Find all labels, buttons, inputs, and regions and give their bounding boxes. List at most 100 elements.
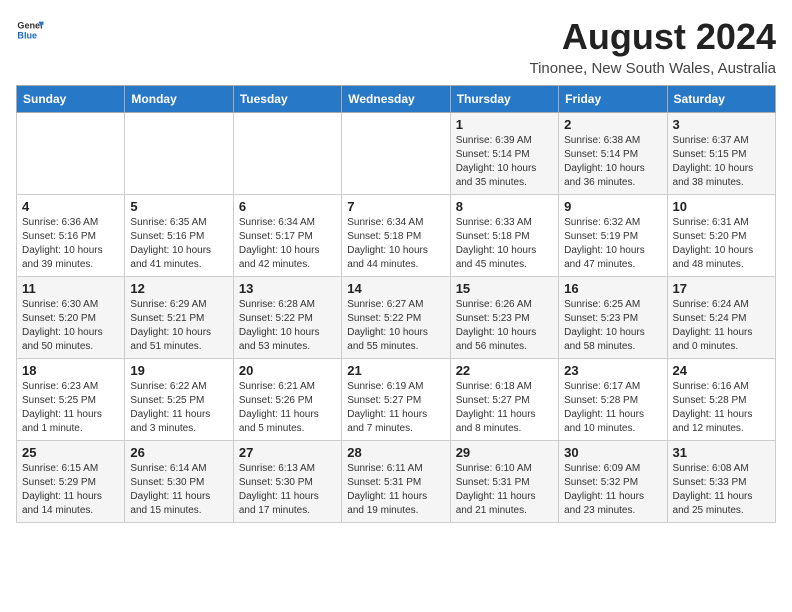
day-number: 29 [456, 445, 553, 460]
day-info: Sunrise: 6:19 AM Sunset: 5:27 PM Dayligh… [347, 380, 444, 436]
day-number: 28 [347, 445, 444, 460]
day-info: Sunrise: 6:34 AM Sunset: 5:18 PM Dayligh… [347, 216, 444, 272]
calendar-cell: 29 Sunrise: 6:10 AM Sunset: 5:31 PM Dayli… [450, 441, 558, 523]
day-header-tuesday: Tuesday [233, 86, 341, 113]
title-area: August 2024 Tinonee, New South Wales, Au… [529, 16, 776, 77]
day-number: 8 [456, 199, 553, 214]
logo: General Blue [16, 16, 44, 44]
calendar-cell: 12Sunrise: 6:29 AM Sunset: 5:21 PM Dayli… [125, 277, 233, 359]
day-info: Sunrise: 6:34 AM Sunset: 5:17 PM Dayligh… [239, 216, 336, 272]
day-number: 1 [456, 117, 553, 132]
week-row-2: 4 Sunrise: 6:36 AM Sunset: 5:16 PM Daylig… [17, 195, 776, 277]
calendar-cell: 27 Sunrise: 6:13 AM Sunset: 5:30 PM Dayli… [233, 441, 341, 523]
calendar-cell: 20 Sunrise: 6:21 AM Sunset: 5:26 PM Dayli… [233, 359, 341, 441]
day-header-friday: Friday [559, 86, 667, 113]
day-number: 10 [673, 199, 770, 214]
calendar-cell: 18 Sunrise: 6:23 AM Sunset: 5:25 PM Dayli… [17, 359, 125, 441]
calendar-cell: 24 Sunrise: 6:16 AM Sunset: 5:28 PM Dayli… [667, 359, 775, 441]
day-number: 25 [22, 445, 119, 460]
week-row-5: 25 Sunrise: 6:15 AM Sunset: 5:29 PM Dayli… [17, 441, 776, 523]
calendar-cell: 21Sunrise: 6:19 AM Sunset: 5:27 PM Dayli… [342, 359, 450, 441]
calendar-cell: 6 Sunrise: 6:34 AM Sunset: 5:17 PM Daylig… [233, 195, 341, 277]
calendar-cell: 14Sunrise: 6:27 AM Sunset: 5:22 PM Dayli… [342, 277, 450, 359]
calendar-cell: 5 Sunrise: 6:35 AM Sunset: 5:16 PM Daylig… [125, 195, 233, 277]
header: General Blue August 2024 Tinonee, New So… [16, 16, 776, 77]
calendar-cell [125, 113, 233, 195]
calendar-table: SundayMondayTuesdayWednesdayThursdayFrid… [16, 85, 776, 523]
calendar-cell [233, 113, 341, 195]
day-number: 4 [22, 199, 119, 214]
day-info: Sunrise: 6:38 AM Sunset: 5:14 PM Dayligh… [564, 134, 661, 190]
calendar-cell: 28Sunrise: 6:11 AM Sunset: 5:31 PM Dayli… [342, 441, 450, 523]
week-row-4: 18 Sunrise: 6:23 AM Sunset: 5:25 PM Dayli… [17, 359, 776, 441]
day-info: Sunrise: 6:32 AM Sunset: 5:19 PM Dayligh… [564, 216, 661, 272]
calendar-cell: 9 Sunrise: 6:32 AM Sunset: 5:19 PM Daylig… [559, 195, 667, 277]
days-header-row: SundayMondayTuesdayWednesdayThursdayFrid… [17, 86, 776, 113]
calendar-cell: 16 Sunrise: 6:25 AM Sunset: 5:23 PM Dayli… [559, 277, 667, 359]
day-number: 23 [564, 363, 661, 378]
day-number: 14 [347, 281, 444, 296]
day-info: Sunrise: 6:31 AM Sunset: 5:20 PM Dayligh… [673, 216, 770, 272]
svg-text:Blue: Blue [17, 30, 37, 40]
calendar-cell: 22 Sunrise: 6:18 AM Sunset: 5:27 PM Dayli… [450, 359, 558, 441]
day-info: Sunrise: 6:14 AM Sunset: 5:30 PM Dayligh… [130, 462, 227, 518]
day-info: Sunrise: 6:39 AM Sunset: 5:14 PM Dayligh… [456, 134, 553, 190]
calendar-cell: 19 Sunrise: 6:22 AM Sunset: 5:25 PM Dayli… [125, 359, 233, 441]
day-number: 19 [130, 363, 227, 378]
day-header-saturday: Saturday [667, 86, 775, 113]
day-info: Sunrise: 6:21 AM Sunset: 5:26 PM Dayligh… [239, 380, 336, 436]
day-info: Sunrise: 6:16 AM Sunset: 5:28 PM Dayligh… [673, 380, 770, 436]
calendar-cell: 7 Sunrise: 6:34 AM Sunset: 5:18 PM Daylig… [342, 195, 450, 277]
day-info: Sunrise: 6:08 AM Sunset: 5:33 PM Dayligh… [673, 462, 770, 518]
day-info: Sunrise: 6:25 AM Sunset: 5:23 PM Dayligh… [564, 298, 661, 354]
calendar-cell [342, 113, 450, 195]
calendar-cell: 1 Sunrise: 6:39 AM Sunset: 5:14 PM Daylig… [450, 113, 558, 195]
day-number: 5 [130, 199, 227, 214]
calendar-cell: 3Sunrise: 6:37 AM Sunset: 5:15 PM Daylig… [667, 113, 775, 195]
day-number: 6 [239, 199, 336, 214]
day-info: Sunrise: 6:33 AM Sunset: 5:18 PM Dayligh… [456, 216, 553, 272]
calendar-cell: 25 Sunrise: 6:15 AM Sunset: 5:29 PM Dayli… [17, 441, 125, 523]
calendar-cell: 31Sunrise: 6:08 AM Sunset: 5:33 PM Dayli… [667, 441, 775, 523]
calendar-cell: 8 Sunrise: 6:33 AM Sunset: 5:18 PM Daylig… [450, 195, 558, 277]
calendar-cell: 26Sunrise: 6:14 AM Sunset: 5:30 PM Dayli… [125, 441, 233, 523]
day-number: 16 [564, 281, 661, 296]
day-info: Sunrise: 6:35 AM Sunset: 5:16 PM Dayligh… [130, 216, 227, 272]
day-header-thursday: Thursday [450, 86, 558, 113]
day-info: Sunrise: 6:10 AM Sunset: 5:31 PM Dayligh… [456, 462, 553, 518]
day-number: 18 [22, 363, 119, 378]
day-info: Sunrise: 6:13 AM Sunset: 5:30 PM Dayligh… [239, 462, 336, 518]
day-number: 22 [456, 363, 553, 378]
day-info: Sunrise: 6:28 AM Sunset: 5:22 PM Dayligh… [239, 298, 336, 354]
day-number: 30 [564, 445, 661, 460]
day-info: Sunrise: 6:18 AM Sunset: 5:27 PM Dayligh… [456, 380, 553, 436]
day-info: Sunrise: 6:22 AM Sunset: 5:25 PM Dayligh… [130, 380, 227, 436]
day-info: Sunrise: 6:26 AM Sunset: 5:23 PM Dayligh… [456, 298, 553, 354]
day-info: Sunrise: 6:09 AM Sunset: 5:32 PM Dayligh… [564, 462, 661, 518]
day-info: Sunrise: 6:23 AM Sunset: 5:25 PM Dayligh… [22, 380, 119, 436]
day-number: 15 [456, 281, 553, 296]
day-number: 13 [239, 281, 336, 296]
day-number: 12 [130, 281, 227, 296]
day-info: Sunrise: 6:24 AM Sunset: 5:24 PM Dayligh… [673, 298, 770, 354]
day-number: 27 [239, 445, 336, 460]
day-number: 17 [673, 281, 770, 296]
week-row-1: 1 Sunrise: 6:39 AM Sunset: 5:14 PM Daylig… [17, 113, 776, 195]
calendar-cell: 13 Sunrise: 6:28 AM Sunset: 5:22 PM Dayli… [233, 277, 341, 359]
day-info: Sunrise: 6:17 AM Sunset: 5:28 PM Dayligh… [564, 380, 661, 436]
day-info: Sunrise: 6:15 AM Sunset: 5:29 PM Dayligh… [22, 462, 119, 518]
day-number: 20 [239, 363, 336, 378]
week-row-3: 11Sunrise: 6:30 AM Sunset: 5:20 PM Dayli… [17, 277, 776, 359]
day-number: 24 [673, 363, 770, 378]
day-number: 9 [564, 199, 661, 214]
day-header-sunday: Sunday [17, 86, 125, 113]
day-info: Sunrise: 6:36 AM Sunset: 5:16 PM Dayligh… [22, 216, 119, 272]
calendar-cell: 4 Sunrise: 6:36 AM Sunset: 5:16 PM Daylig… [17, 195, 125, 277]
day-number: 7 [347, 199, 444, 214]
calendar-cell: 11Sunrise: 6:30 AM Sunset: 5:20 PM Dayli… [17, 277, 125, 359]
calendar-cell: 15 Sunrise: 6:26 AM Sunset: 5:23 PM Dayli… [450, 277, 558, 359]
calendar-cell: 17 Sunrise: 6:24 AM Sunset: 5:24 PM Dayli… [667, 277, 775, 359]
day-header-wednesday: Wednesday [342, 86, 450, 113]
calendar-cell [17, 113, 125, 195]
day-header-monday: Monday [125, 86, 233, 113]
